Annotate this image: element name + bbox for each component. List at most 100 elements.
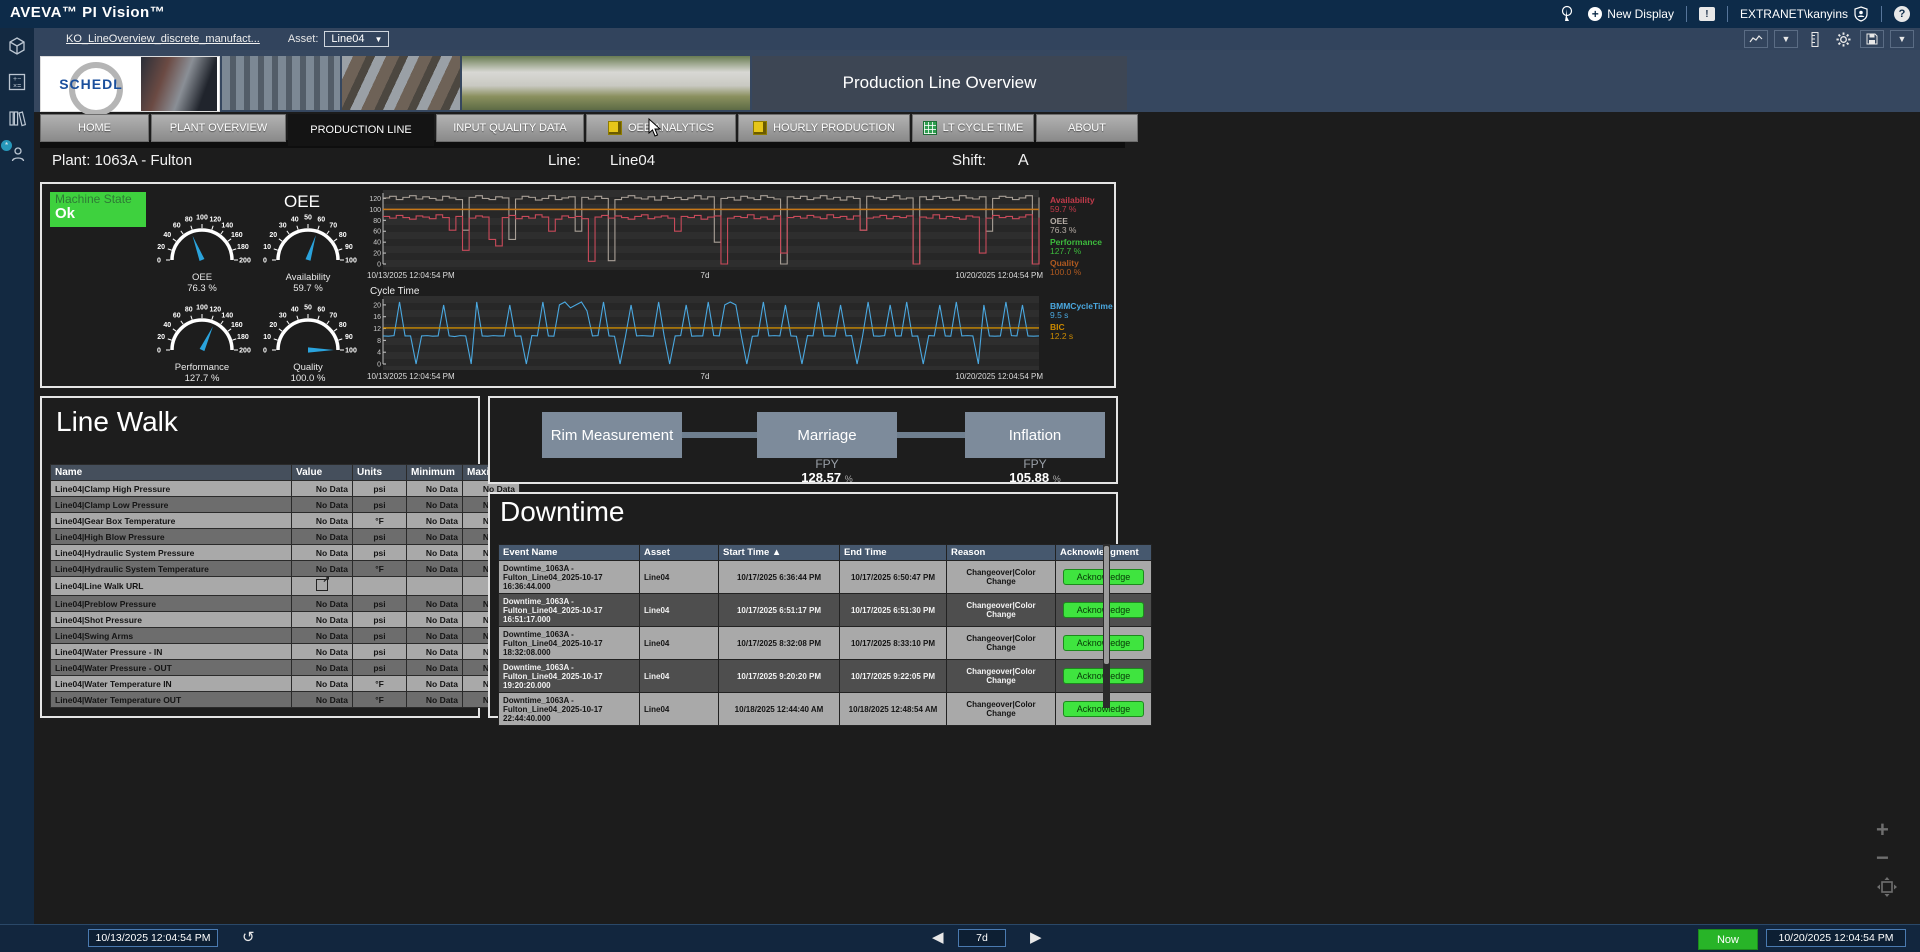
cell-min: [407, 577, 463, 596]
flow-step-rim-measurement[interactable]: Rim Measurement: [542, 412, 682, 458]
plus-icon: +: [1588, 7, 1602, 21]
svg-text:200: 200: [239, 348, 251, 355]
legend-value: 59.7 %: [1050, 205, 1116, 214]
column-header-asset[interactable]: Asset: [640, 545, 719, 561]
column-header-units[interactable]: Units: [353, 465, 407, 481]
trend-tool-caret[interactable]: ▼: [1774, 30, 1798, 48]
svg-text:40: 40: [373, 240, 381, 247]
refresh-icon[interactable]: ↺: [242, 928, 255, 946]
table-row: Line04|Swing ArmsNo DatapsiNo DataNo Dat…: [51, 628, 520, 644]
new-display-button[interactable]: + New Display: [1588, 7, 1674, 21]
cell-name: Line04|Preblow Pressure: [51, 596, 292, 612]
svg-text:100: 100: [196, 305, 208, 312]
time-range-input[interactable]: 7d: [958, 929, 1006, 947]
cycle-time-chart[interactable]: 048121620: [367, 296, 1043, 375]
column-header-start-time[interactable]: Start Time ▲: [719, 545, 840, 561]
legend-value: 76.3 %: [1050, 226, 1116, 235]
zoom-in-button[interactable]: +: [1876, 820, 1889, 840]
svg-text:0: 0: [377, 362, 381, 369]
save-caret[interactable]: ▼: [1890, 30, 1914, 48]
save-icon[interactable]: [1860, 30, 1884, 48]
downtime-scrollbar[interactable]: [1103, 544, 1110, 708]
breadcrumb[interactable]: KO_LineOverview_discrete_manufact...: [66, 33, 260, 45]
downtime-row: Downtime_1063A - Fulton_Line04_2025-10-1…: [499, 627, 1152, 660]
flow-step-inflation[interactable]: Inflation: [965, 412, 1105, 458]
svg-text:0: 0: [157, 348, 161, 355]
tab-hourly-production[interactable]: HOURLY PRODUCTION: [738, 114, 910, 142]
tab-plant-overview[interactable]: PLANT OVERVIEW: [151, 114, 286, 142]
now-button[interactable]: Now: [1698, 929, 1758, 950]
column-header-event-name[interactable]: Event Name: [499, 545, 640, 561]
svg-text:20: 20: [269, 322, 277, 329]
asset-dropdown[interactable]: Line04 ▼: [324, 31, 389, 47]
shift-label: Shift:: [952, 152, 986, 169]
column-header-end-time[interactable]: End Time: [840, 545, 947, 561]
displays-library-icon[interactable]: [7, 108, 27, 128]
svg-text:20: 20: [373, 302, 381, 309]
tab-about[interactable]: ABOUT: [1036, 114, 1138, 142]
cell-units: psi: [353, 529, 407, 545]
help-icon[interactable]: ?: [1894, 6, 1910, 22]
fpy-value: 128.57 %: [757, 471, 897, 486]
events-person-icon[interactable]: *: [7, 144, 27, 164]
tab-production-line[interactable]: PRODUCTION LINE: [288, 114, 434, 146]
svg-text:50: 50: [304, 215, 312, 222]
fpy-value: 105.88 %: [965, 471, 1105, 486]
display-toolbar: KO_LineOverview_discrete_manufact... Ass…: [34, 28, 1920, 50]
column-header-minimum[interactable]: Minimum: [407, 465, 463, 481]
svg-text:60: 60: [173, 223, 181, 230]
cell-units: psi: [353, 596, 407, 612]
pi-vision-screen: AVEVA™ PI Vision™ + New Display ! EXTRAN…: [0, 0, 1920, 952]
svg-text:90: 90: [345, 244, 353, 251]
end-time-input[interactable]: 10/20/2025 12:04:54 PM: [1766, 929, 1906, 947]
column-header-name[interactable]: Name: [51, 465, 292, 481]
cell-units: psi: [353, 644, 407, 660]
cell-min: No Data: [407, 596, 463, 612]
cell-start-time: 10/18/2025 12:44:40 AM: [719, 693, 840, 726]
touch-mode-icon[interactable]: [1558, 5, 1576, 23]
svg-text:60: 60: [373, 229, 381, 236]
column-header-value[interactable]: Value: [292, 465, 353, 481]
calculations-icon[interactable]: +−×=: [7, 72, 27, 92]
column-header-reason[interactable]: Reason: [947, 545, 1056, 561]
cell-start-time: 10/17/2025 6:51:17 PM: [719, 594, 840, 627]
cell-name: Line04|Swing Arms: [51, 628, 292, 644]
cell-min: No Data: [407, 481, 463, 497]
oee-trend-legend: Availability59.7 %OEE76.3 %Performance12…: [1050, 196, 1116, 277]
flow-step-marriage[interactable]: Marriage: [757, 412, 897, 458]
divider: [1727, 6, 1728, 22]
tab-input-quality-data[interactable]: INPUT QUALITY DATA: [436, 114, 584, 142]
settings-gear-icon[interactable]: [1832, 31, 1854, 47]
start-time-input[interactable]: 10/13/2025 12:04:54 PM: [88, 929, 218, 947]
tab-home[interactable]: HOME: [40, 114, 149, 142]
tab-label: ABOUT: [1068, 122, 1106, 134]
bar-chart-yellow-icon: [753, 121, 767, 135]
line-value: Line04: [610, 152, 655, 169]
svg-text:+−: +−: [13, 76, 21, 83]
page-title: Production Line Overview: [843, 73, 1037, 93]
ruler-icon[interactable]: [1804, 31, 1826, 47]
scrollbar-thumb[interactable]: [1104, 546, 1109, 664]
prev-range-button[interactable]: ◀: [932, 928, 944, 946]
x-start: 10/13/2025 12:04:54 PM: [367, 372, 455, 381]
cell-units: psi: [353, 545, 407, 561]
cell-value[interactable]: [292, 577, 353, 596]
tab-label: PRODUCTION LINE: [310, 124, 411, 136]
notification-icon[interactable]: !: [1699, 7, 1715, 21]
oee-trend-chart[interactable]: 020406080100120: [367, 190, 1043, 275]
assets-cube-icon[interactable]: [7, 36, 27, 56]
fit-to-screen-button[interactable]: [1876, 876, 1898, 901]
gauge-performance: 020406080100120140160180200Performance12…: [150, 298, 254, 384]
svg-text:20: 20: [269, 232, 277, 239]
cell-min: No Data: [407, 513, 463, 529]
cell-value: No Data: [292, 676, 353, 692]
zoom-out-button[interactable]: −: [1876, 848, 1889, 868]
external-link-icon[interactable]: [316, 579, 328, 591]
tab-oee-analytics[interactable]: OEE ANALYTICS: [586, 114, 736, 142]
top-bar: AVEVA™ PI Vision™ + New Display ! EXTRAN…: [0, 0, 1920, 28]
trend-tool-icon[interactable]: [1744, 30, 1768, 48]
warehouse-photo: [222, 56, 340, 110]
tab-lt-cycle-time[interactable]: LT CYCLE TIME: [912, 114, 1034, 142]
next-range-button[interactable]: ▶: [1030, 928, 1042, 946]
user-menu[interactable]: EXTRANET\kanyins: [1740, 6, 1869, 22]
